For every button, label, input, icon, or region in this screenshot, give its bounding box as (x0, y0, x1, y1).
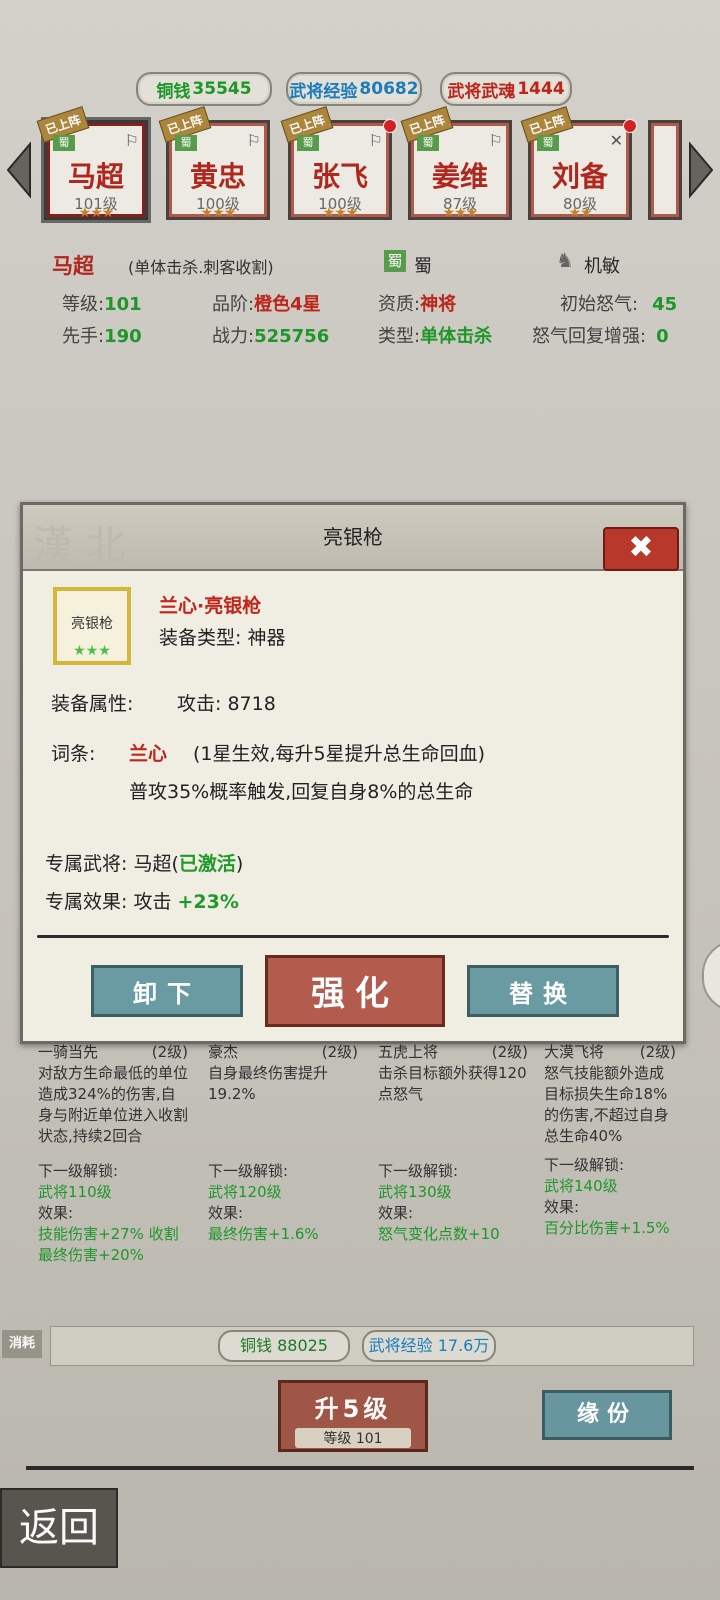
entry-cond: (1星生效,每升5星提升总生命回血) (193, 743, 486, 765)
entry-label: 词条: (51, 743, 96, 765)
entry-name: 兰心 (129, 743, 168, 765)
unequip-button[interactable]: 卸下 (91, 965, 243, 1017)
entry-desc: 普攻35%概率触发,回复自身8%的总生命 (129, 781, 474, 803)
equipment-modal: 漢 北 亮银枪 ✖ 亮银枪 ★★★ 兰心·亮银枪 装备类型: 神器 装备属性: … (20, 502, 686, 1044)
item-type: 装备类型: 神器 (159, 627, 286, 649)
modal-title: 亮银枪 (323, 525, 383, 549)
item-name: 兰心·亮银枪 (159, 595, 262, 617)
replace-button[interactable]: 替换 (467, 965, 619, 1017)
equipment-icon: 亮银枪 ★★★ (53, 587, 131, 665)
modal-divider (37, 935, 669, 938)
modal-header: 漢 北 亮银枪 ✖ (23, 505, 683, 571)
exclusive-hero: 专属武将: 马超(已激活) (45, 853, 244, 875)
attr-value: 攻击: 8718 (177, 693, 276, 715)
star-rating: ★★★ (73, 643, 111, 659)
close-icon: ✖ (628, 530, 654, 565)
attr-label: 装备属性: (51, 693, 134, 715)
enhance-button[interactable]: 强化 (265, 955, 445, 1027)
close-button[interactable]: ✖ (603, 527, 679, 571)
exclusive-effect: 专属效果: 攻击 +23% (45, 891, 239, 913)
